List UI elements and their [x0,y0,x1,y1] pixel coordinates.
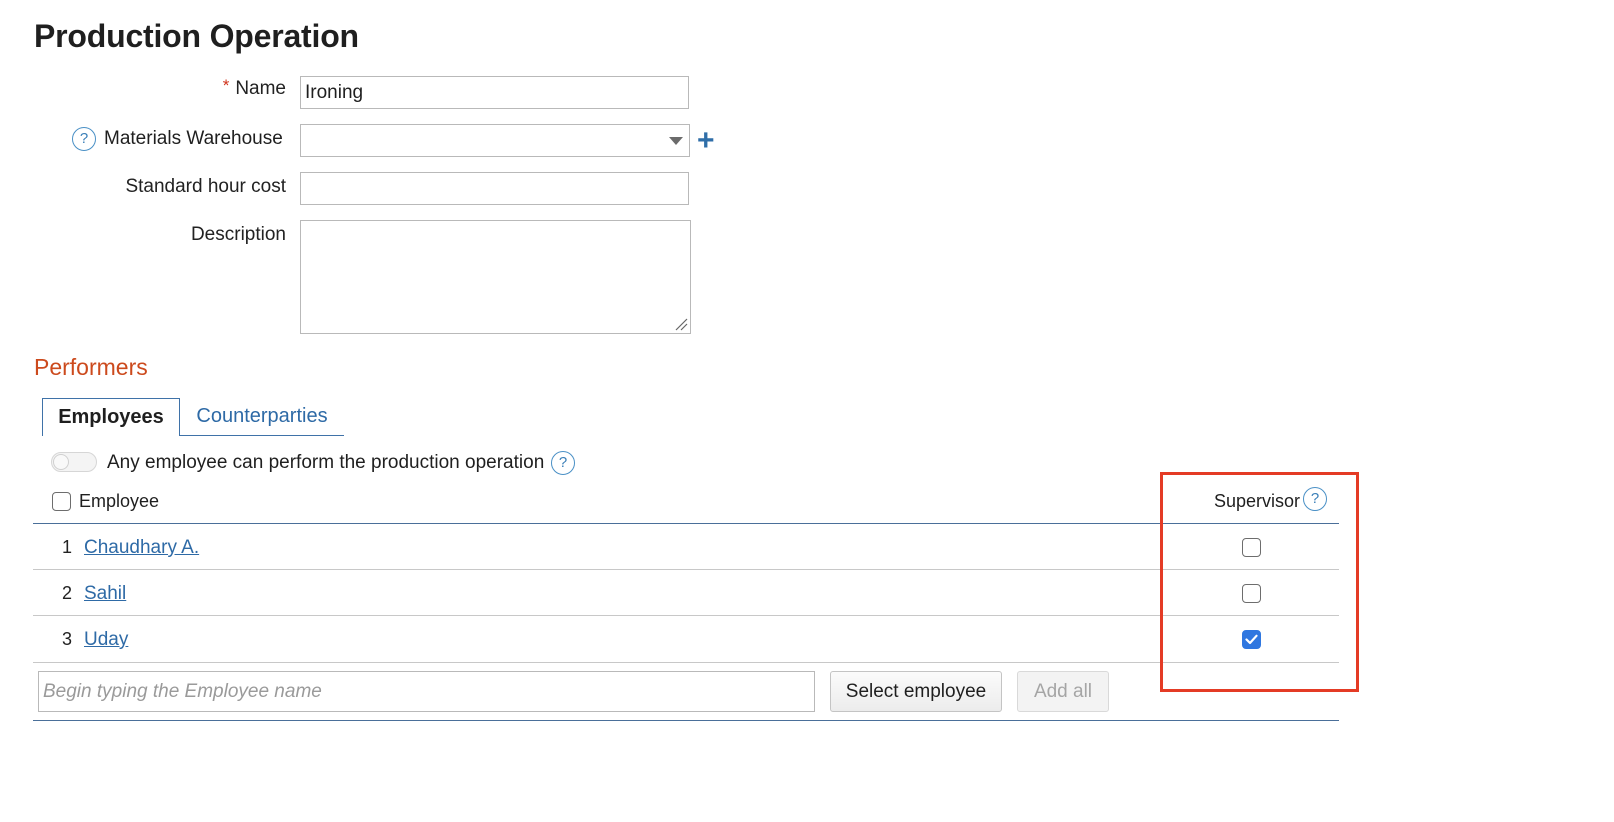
table-footer-divider [33,720,1339,721]
add-all-button[interactable]: Add all [1017,671,1109,712]
tab-counterparties[interactable]: Counterparties [180,398,344,436]
performers-section-title: Performers [34,354,148,380]
resize-handle-icon[interactable] [674,317,688,331]
table-header-divider [33,523,1339,524]
description-label: Description [190,224,286,245]
row-number: 3 [61,629,72,649]
materials-warehouse-label: Materials Warehouse [104,128,283,149]
help-icon[interactable]: ? [551,451,575,475]
row-divider [33,615,1339,616]
materials-warehouse-label-group: ? Materials Warehouse [72,127,283,151]
plus-icon[interactable]: + [697,126,715,156]
chevron-down-icon[interactable] [669,137,683,145]
select-employee-button[interactable]: Select employee [830,671,1002,712]
name-input-value: Ironing [305,81,364,103]
employee-search-input[interactable]: Begin typing the Employee name [38,671,815,712]
any-employee-toggle[interactable] [51,452,97,472]
row-number: 2 [61,583,72,603]
employee-search-placeholder: Begin typing the Employee name [43,680,322,702]
standard-hour-cost-input[interactable] [300,172,689,205]
help-icon[interactable]: ? [72,127,96,151]
employee-link[interactable]: Uday [84,629,128,651]
tab-employees[interactable]: Employees [42,398,180,436]
any-employee-toggle-label: Any employee can perform the production … [107,452,545,473]
row-number: 1 [61,537,72,557]
required-mark: * [222,76,230,95]
employee-link[interactable]: Chaudhary A. [84,537,199,559]
name-label-text: Name [235,78,286,99]
description-textarea[interactable] [300,220,691,334]
row-divider [33,569,1339,570]
employee-column-header: Employee [79,491,160,511]
page-title: Production Operation [34,18,359,54]
toggle-knob [53,454,69,470]
employee-link[interactable]: Sahil [84,583,126,605]
materials-warehouse-select[interactable] [300,124,690,157]
supervisor-column-highlight [1160,472,1359,692]
standard-hour-cost-label: Standard hour cost [125,176,286,197]
row-divider [33,662,1339,663]
name-label: * Name [30,76,286,100]
name-input[interactable]: Ironing [300,76,689,109]
select-all-checkbox[interactable] [52,492,71,511]
